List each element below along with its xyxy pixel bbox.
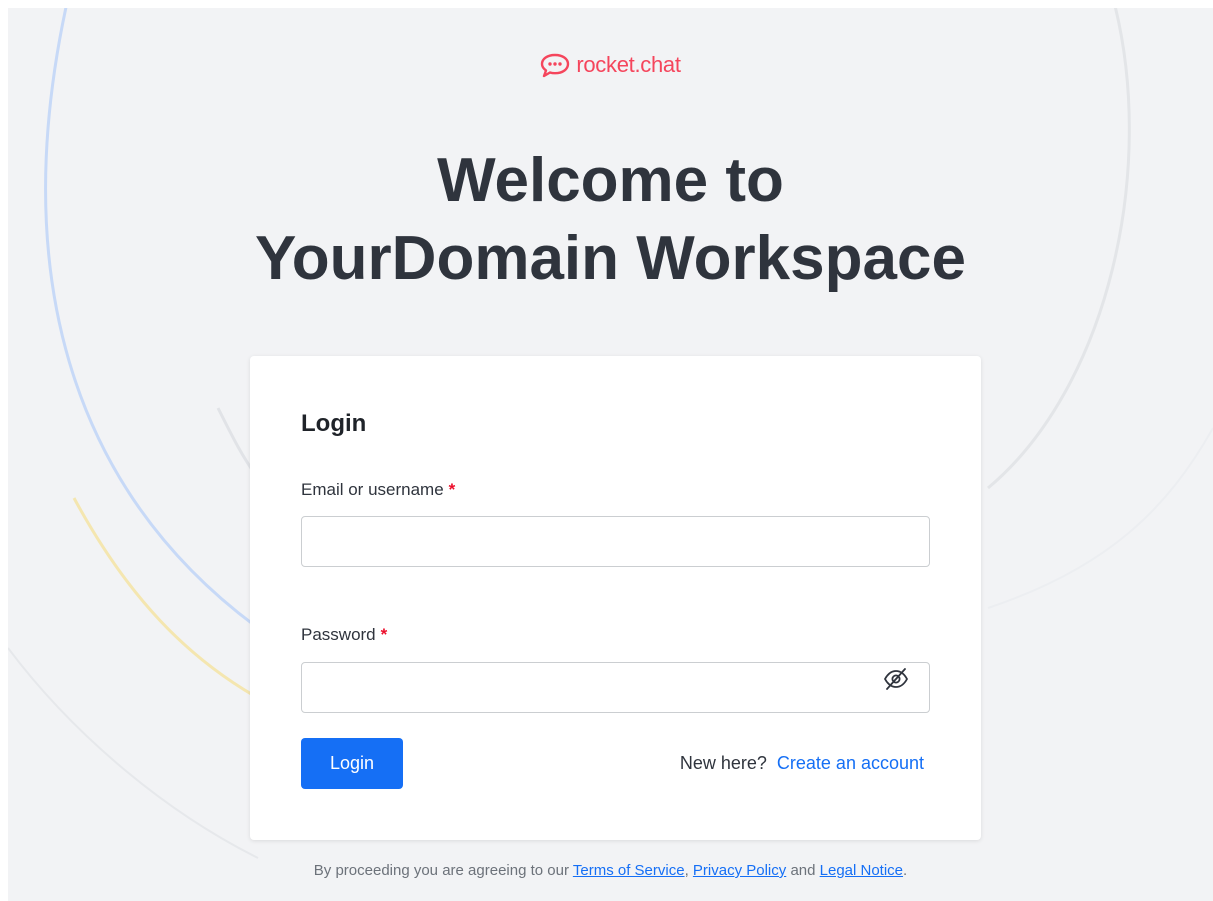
brand-logo: rocket.chat [8, 52, 1213, 78]
register-prompt: New here? Create an account [680, 753, 924, 774]
email-label-text: Email or username [301, 480, 444, 499]
password-input[interactable] [301, 662, 930, 713]
privacy-policy-link[interactable]: Privacy Policy [693, 862, 786, 879]
password-label: Password * [301, 625, 387, 645]
login-form-title: Login [301, 410, 367, 437]
login-page: rocket.chat Welcome to YourDomain Worksp… [8, 8, 1213, 901]
legal-notice-link[interactable]: Legal Notice [820, 862, 903, 879]
eye-off-icon[interactable] [883, 666, 909, 692]
legal-separator: , [684, 862, 689, 879]
required-marker: * [380, 625, 388, 644]
terms-of-service-link[interactable]: Terms of Service [573, 862, 685, 879]
create-account-link[interactable]: Create an account [777, 753, 924, 774]
email-label: Email or username * [301, 480, 455, 500]
legal-end: . [903, 862, 908, 879]
legal-notice: By proceeding you are agreeing to our Te… [8, 862, 1213, 879]
login-card: Login Email or username * Password * Login… [250, 356, 981, 840]
legal-prefix: By proceeding you are agreeing to our [313, 862, 569, 879]
page-title: Welcome to YourDomain Workspace [8, 142, 1213, 298]
legal-and: and [790, 862, 816, 879]
login-button[interactable]: Login [301, 738, 403, 789]
title-line-2: YourDomain Workspace [255, 224, 966, 293]
email-input[interactable] [301, 516, 930, 567]
title-line-1: Welcome to [437, 146, 784, 215]
rocket-chat-logo-icon [541, 53, 570, 78]
password-label-text: Password [301, 625, 376, 644]
required-marker: * [448, 480, 456, 499]
new-here-text: New here? [679, 753, 767, 773]
brand-name: rocket.chat [576, 52, 681, 77]
